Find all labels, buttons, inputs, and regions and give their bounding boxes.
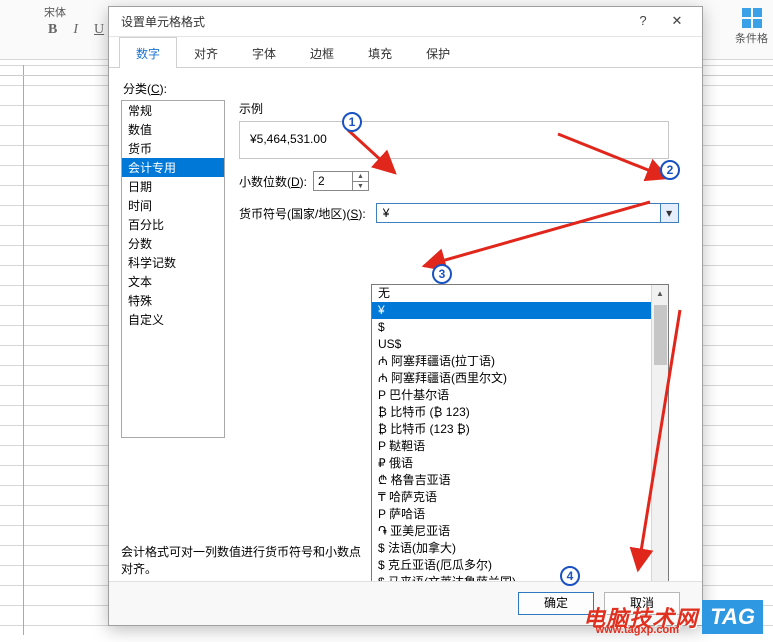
category-item[interactable]: 自定义 <box>122 310 224 329</box>
watermark-tag: TAG <box>702 600 763 634</box>
watermark-url: www.tagxp.com <box>596 624 679 636</box>
watermark: 电脑技术网 TAG www.tagxp.com <box>583 600 763 634</box>
category-label: 分类(C): <box>123 80 690 97</box>
dropdown-item[interactable]: $ 克丘亚语(厄瓜多尔) <box>372 557 668 574</box>
decimal-label-post: ): <box>300 175 307 189</box>
category-item[interactable]: 时间 <box>122 196 224 215</box>
dropdown-item[interactable]: P 萨哈语 <box>372 506 668 523</box>
dropdown-item[interactable]: 无 <box>372 285 668 302</box>
category-item[interactable]: 百分比 <box>122 215 224 234</box>
conditional-formatting-button[interactable]: 条件格 <box>735 8 768 46</box>
annotation-badge-3: 3 <box>432 264 452 284</box>
decimal-label-pre: 小数位数( <box>239 175 291 189</box>
dialog-title: 设置单元格格式 <box>121 13 626 30</box>
sample-box: ¥5,464,531.00 <box>239 121 669 159</box>
decimal-label-hotkey: D <box>291 175 300 189</box>
dialog-help-button[interactable]: ? <box>626 10 660 34</box>
dropdown-item[interactable]: $ <box>372 319 668 336</box>
dropdown-item[interactable]: P 巴什基尔语 <box>372 387 668 404</box>
category-label-pre: 分类( <box>123 82 151 96</box>
decimal-places-spinner[interactable]: ▲ ▼ <box>313 171 369 191</box>
underline-button[interactable]: U <box>90 22 108 38</box>
dropdown-scrollbar[interactable]: ▲ ▼ <box>651 285 668 605</box>
category-item-accounting[interactable]: 会计专用 <box>122 158 224 177</box>
dropdown-item[interactable]: P 鞑靼语 <box>372 438 668 455</box>
spinner-up-icon[interactable]: ▲ <box>353 172 368 182</box>
category-item[interactable]: 常规 <box>122 101 224 120</box>
dropdown-item-selected[interactable]: ¥ <box>372 302 668 319</box>
category-listbox[interactable]: 常规 数值 货币 会计专用 日期 时间 百分比 分数 科学记数 文本 特殊 自定… <box>121 100 225 438</box>
tab-font[interactable]: 字体 <box>235 37 293 68</box>
category-item[interactable]: 科学记数 <box>122 253 224 272</box>
dropdown-item[interactable]: $ 法语(加拿大) <box>372 540 668 557</box>
sample-value: ¥5,464,531.00 <box>250 132 327 146</box>
category-item[interactable]: 文本 <box>122 272 224 291</box>
italic-button[interactable]: I <box>69 22 82 38</box>
category-label-post: ): <box>160 82 167 96</box>
symbol-label-pre: 货币符号(国家/地区)( <box>239 207 350 221</box>
currency-symbol-input[interactable] <box>377 204 660 222</box>
annotation-badge-1: 1 <box>342 112 362 132</box>
decimal-places-input[interactable] <box>314 172 352 190</box>
tab-fill[interactable]: 填充 <box>351 37 409 68</box>
symbol-label-post: ): <box>358 207 365 221</box>
dropdown-item[interactable]: ֏ 亚美尼亚语 <box>372 523 668 540</box>
dropdown-item[interactable]: ₼ 阿塞拜疆语(西里尔文) <box>372 370 668 387</box>
dropdown-item[interactable]: ₿ 比特币 (₿ 123) <box>372 404 668 421</box>
dialog-close-button[interactable]: ✕ <box>660 10 694 34</box>
format-cells-dialog: 设置单元格格式 ? ✕ 数字 对齐 字体 边框 填充 保护 分类(C): 常规 … <box>108 6 703 626</box>
category-item[interactable]: 货币 <box>122 139 224 158</box>
conditional-formatting-label: 条件格 <box>735 30 768 46</box>
currency-symbol-combobox[interactable]: ▾ <box>376 203 679 223</box>
dropdown-item[interactable]: ₼ 阿塞拜疆语(拉丁语) <box>372 353 668 370</box>
chevron-down-icon: ▾ <box>666 206 672 220</box>
dropdown-item[interactable]: ₿ 比特币 (123 ₿) <box>372 421 668 438</box>
sample-label: 示例 <box>239 100 690 117</box>
currency-symbol-dropdown[interactable]: 无 ¥ $ US$ ₼ 阿塞拜疆语(拉丁语) ₼ 阿塞拜疆语(西里尔文) P 巴… <box>371 284 669 606</box>
scrollbar-thumb[interactable] <box>654 305 667 365</box>
font-name-box[interactable]: 宋体 <box>44 4 66 20</box>
category-item[interactable]: 日期 <box>122 177 224 196</box>
conditional-formatting-icon <box>742 8 762 28</box>
dialog-body: 分类(C): 常规 数值 货币 会计专用 日期 时间 百分比 分数 科学记数 文… <box>109 68 702 594</box>
category-item[interactable]: 特殊 <box>122 291 224 310</box>
tab-alignment[interactable]: 对齐 <box>177 37 235 68</box>
category-item[interactable]: 数值 <box>122 120 224 139</box>
dialog-titlebar[interactable]: 设置单元格格式 ? ✕ <box>109 7 702 37</box>
category-label-hotkey: C <box>151 82 160 96</box>
tab-border[interactable]: 边框 <box>293 37 351 68</box>
annotation-badge-4: 4 <box>560 566 580 586</box>
category-item[interactable]: 分数 <box>122 234 224 253</box>
dropdown-item[interactable]: ₸ 哈萨克语 <box>372 489 668 506</box>
bold-button[interactable]: B <box>44 22 61 38</box>
decimal-places-label: 小数位数(D): <box>239 173 307 190</box>
dropdown-item[interactable]: ₾ 格鲁吉亚语 <box>372 472 668 489</box>
dropdown-item[interactable]: US$ <box>372 336 668 353</box>
tab-protection[interactable]: 保护 <box>409 37 467 68</box>
format-hint-text: 会计格式可对一列数值进行货币符号和小数点对齐。 <box>121 543 361 577</box>
scrollbar-up-icon[interactable]: ▲ <box>652 285 668 302</box>
spinner-down-icon[interactable]: ▼ <box>353 182 368 191</box>
dropdown-item[interactable]: ₽ 俄语 <box>372 455 668 472</box>
tab-number[interactable]: 数字 <box>119 37 177 68</box>
row-header-edge <box>23 65 24 635</box>
annotation-badge-2: 2 <box>660 160 680 180</box>
tabs: 数字 对齐 字体 边框 填充 保护 <box>109 37 702 68</box>
currency-symbol-label: 货币符号(国家/地区)(S): <box>239 205 366 222</box>
combobox-drop-button[interactable]: ▾ <box>660 204 678 222</box>
